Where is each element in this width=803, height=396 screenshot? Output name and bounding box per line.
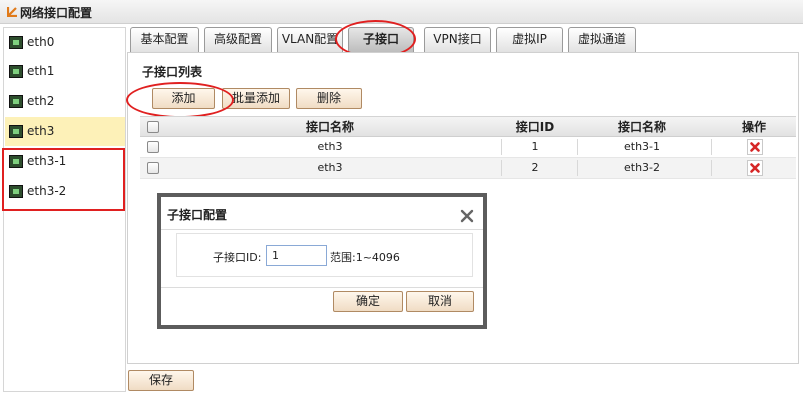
column-divider — [711, 160, 712, 176]
select-all-checkbox[interactable] — [147, 121, 159, 133]
tab-bar: 基本配置 高级配置 VLAN配置 子接口 VPN接口 虚拟IP 虚拟通道 — [128, 27, 798, 52]
sidebar-item-eth3-1[interactable]: eth3-1 — [5, 147, 125, 176]
tab-vpn-interface[interactable]: VPN接口 — [424, 27, 491, 52]
delete-button[interactable]: 删除 — [296, 88, 362, 109]
subinterface-config-dialog: 子接口配置 子接口ID: 范围:1~4096 确定 取消 — [157, 193, 487, 329]
divider — [161, 287, 483, 288]
table-row: eth3 2 eth3-2 — [140, 158, 796, 179]
subinterface-id-label: 子接口ID: — [213, 251, 262, 264]
tab-subinterface[interactable]: 子接口 — [348, 27, 414, 52]
delete-icon[interactable] — [747, 160, 763, 176]
tab-virtual-ip[interactable]: 虚拟IP — [496, 27, 563, 52]
column-header: 接口名称 — [305, 120, 354, 134]
subinterface-name-cell: eth3-1 — [623, 140, 661, 153]
page-title: 网络接口配置 — [20, 6, 93, 20]
network-port-icon — [9, 65, 23, 78]
title-bar: 网络接口配置 — [0, 0, 803, 24]
table-row: eth3 1 eth3-1 — [140, 137, 796, 158]
network-port-icon — [9, 125, 23, 138]
close-icon[interactable] — [459, 208, 475, 224]
dialog-title: 子接口配置 — [167, 208, 228, 222]
column-header: 接口名称 — [617, 120, 666, 134]
column-header: 操作 — [741, 120, 766, 134]
section-title: 子接口列表 — [142, 65, 203, 79]
sidebar-item-eth3-2[interactable]: eth3-2 — [5, 177, 125, 206]
column-divider — [711, 139, 712, 155]
subinterface-name-cell: eth3-2 — [623, 161, 661, 174]
cancel-button[interactable]: 取消 — [406, 291, 474, 312]
network-port-icon — [9, 36, 23, 49]
add-button[interactable]: 添加 — [152, 88, 215, 109]
save-button[interactable]: 保存 — [128, 370, 194, 391]
tab-advanced-config[interactable]: 高级配置 — [204, 27, 272, 52]
network-port-icon — [9, 155, 23, 168]
interface-sidebar: eth0 eth1 eth2 eth3 eth3-1 eth3-2 — [3, 27, 126, 392]
delete-icon[interactable] — [747, 139, 763, 155]
confirm-button[interactable]: 确定 — [333, 291, 403, 312]
sidebar-item-eth1[interactable]: eth1 — [5, 57, 125, 86]
network-port-icon — [9, 185, 23, 198]
sidebar-item-eth3[interactable]: eth3 — [5, 117, 125, 146]
row-checkbox[interactable] — [147, 162, 159, 174]
divider — [161, 229, 483, 230]
sidebar-item-eth0[interactable]: eth0 — [5, 28, 125, 57]
network-port-icon — [9, 95, 23, 108]
range-hint: 范围:1~4096 — [330, 251, 400, 264]
sidebar-item-label: eth2 — [27, 94, 55, 108]
interface-name-cell: eth3 — [317, 140, 343, 153]
row-checkbox[interactable] — [147, 141, 159, 153]
sidebar-item-label: eth1 — [27, 64, 55, 78]
tab-vlan-config[interactable]: VLAN配置 — [277, 27, 343, 52]
interface-name-cell: eth3 — [317, 161, 343, 174]
subinterface-id-input[interactable] — [266, 245, 327, 266]
form-box: 子接口ID: 范围:1~4096 — [176, 233, 473, 277]
tab-basic-config[interactable]: 基本配置 — [130, 27, 199, 52]
sidebar-item-eth2[interactable]: eth2 — [5, 87, 125, 116]
batch-add-button[interactable]: 批量添加 — [222, 88, 290, 109]
tab-virtual-channel[interactable]: 虚拟通道 — [568, 27, 636, 52]
sidebar-item-label: eth3-1 — [27, 154, 67, 168]
sidebar-item-label: eth3-2 — [27, 184, 67, 198]
sidebar-item-label: eth0 — [27, 35, 55, 49]
arrow-icon — [7, 7, 17, 17]
table-header: 接口名称 接口ID 接口名称 操作 — [140, 116, 796, 137]
sidebar-item-label: eth3 — [27, 124, 55, 138]
